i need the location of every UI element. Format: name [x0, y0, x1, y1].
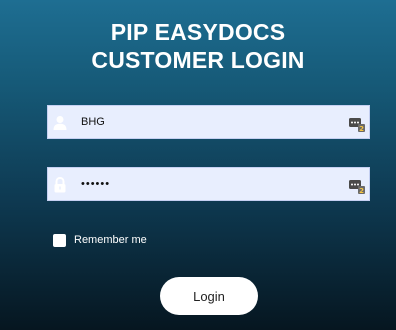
svg-text:2: 2: [359, 187, 364, 194]
password-manager-icon[interactable]: 2: [349, 179, 365, 195]
password-field[interactable]: 2: [47, 167, 370, 201]
password-manager-icon[interactable]: 2: [349, 117, 365, 133]
svg-text:2: 2: [359, 125, 364, 132]
password-input[interactable]: [81, 168, 341, 200]
title-line-1: PIP EASYDOCS: [110, 19, 286, 45]
username-field[interactable]: BHG 2: [47, 105, 370, 139]
remember-me-checkbox[interactable]: [53, 234, 66, 247]
login-panel: PIP EASYDOCS CUSTOMER LOGIN BHG 2 ••••••…: [0, 0, 396, 330]
page-title: PIP EASYDOCS CUSTOMER LOGIN: [0, 18, 396, 74]
user-icon: [53, 115, 67, 131]
title-line-2: CUSTOMER LOGIN: [91, 47, 305, 73]
remember-me-label: Remember me: [74, 234, 147, 246]
login-button[interactable]: Login: [160, 277, 258, 315]
username-value: BHG: [81, 116, 105, 128]
lock-icon: [53, 176, 67, 193]
